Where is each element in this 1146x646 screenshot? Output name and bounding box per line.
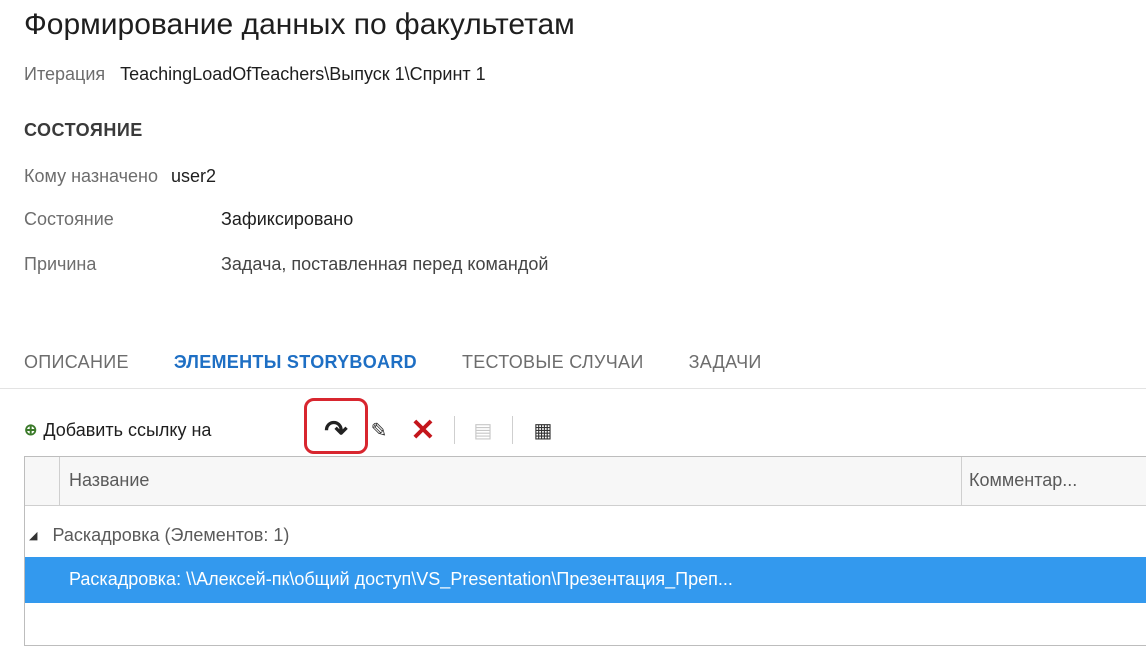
reason-value[interactable]: Задача, поставленная перед командой	[221, 254, 548, 274]
tab-storyboard-items[interactable]: ЭЛЕМЕНТЫ STORYBOARD	[174, 352, 417, 373]
grid-settings-icon: ▦	[533, 419, 553, 442]
assigned-to-field: Кому назначено user2	[24, 166, 216, 187]
tab-divider	[0, 388, 1146, 389]
column-header-name[interactable]: Название	[69, 470, 149, 491]
open-document-button[interactable]: ▤	[472, 412, 494, 448]
add-link-button[interactable]: ⊕ Добавить ссылку на	[24, 420, 211, 441]
reason-field: Причина Задача, поставленная перед коман…	[24, 254, 548, 275]
group-row[interactable]: ◢ Раскадровка (Элементов: 1)	[29, 525, 289, 546]
add-link-icon: ⊕	[24, 422, 38, 439]
table-row[interactable]: Раскадровка: \\Алексей-пк\общий доступ\V…	[25, 557, 1146, 603]
edit-link-button[interactable]: ✎	[368, 412, 390, 448]
state-section-title: СОСТОЯНИЕ	[24, 120, 143, 140]
reason-label: Причина	[24, 254, 97, 274]
edit-icon: ✎	[370, 419, 388, 442]
delete-link-button[interactable]: ✕	[408, 412, 438, 448]
tab-tasks[interactable]: ЗАДАЧИ	[689, 352, 762, 373]
links-grid: Название Комментар... ◢ Раскадровка (Эле…	[24, 456, 1146, 646]
redo-icon: ↷	[324, 414, 348, 446]
links-toolbar: ⊕ Добавить ссылку на ↷ ✎ ✕ ▤ ▦	[24, 398, 552, 454]
tab-test-cases[interactable]: ТЕСТОВЫЕ СЛУЧАИ	[462, 352, 644, 373]
iteration-value[interactable]: TeachingLoadOfTeachers\Выпуск 1\Спринт 1	[120, 64, 486, 84]
select-column-header[interactable]	[25, 457, 60, 505]
iteration-label: Итерация	[24, 64, 106, 84]
assigned-to-value[interactable]: user2	[171, 166, 216, 186]
column-divider[interactable]	[961, 457, 962, 505]
page-title: Формирование данных по факультетам	[24, 8, 575, 41]
collapse-triangle-icon[interactable]: ◢	[29, 530, 37, 542]
group-label: Раскадровка (Элементов: 1)	[52, 525, 290, 545]
column-options-button[interactable]: ▦	[530, 412, 556, 448]
toolbar-separator	[512, 416, 513, 444]
iteration-row: Итерация TeachingLoadOfTeachers\Выпуск 1…	[24, 64, 486, 85]
open-link-button[interactable]: ↷	[316, 412, 356, 448]
document-icon: ▤	[473, 419, 493, 442]
assigned-to-label: Кому назначено	[24, 166, 158, 186]
tab-description[interactable]: ОПИСАНИЕ	[24, 352, 129, 373]
state-label: Состояние	[24, 209, 114, 229]
row-name: Раскадровка: \\Алексей-пк\общий доступ\V…	[69, 569, 733, 589]
column-header-comment[interactable]: Комментар...	[969, 470, 1077, 491]
state-field: Состояние Зафиксировано	[24, 209, 353, 230]
add-link-label: Добавить ссылку на	[43, 419, 212, 440]
delete-icon: ✕	[410, 413, 436, 447]
toolbar-separator	[454, 416, 455, 444]
state-value[interactable]: Зафиксировано	[221, 209, 353, 229]
tab-bar: ОПИСАНИЕ ЭЛЕМЕНТЫ STORYBOARD ТЕСТОВЫЕ СЛ…	[24, 352, 802, 373]
grid-header: Название Комментар...	[25, 457, 1146, 506]
